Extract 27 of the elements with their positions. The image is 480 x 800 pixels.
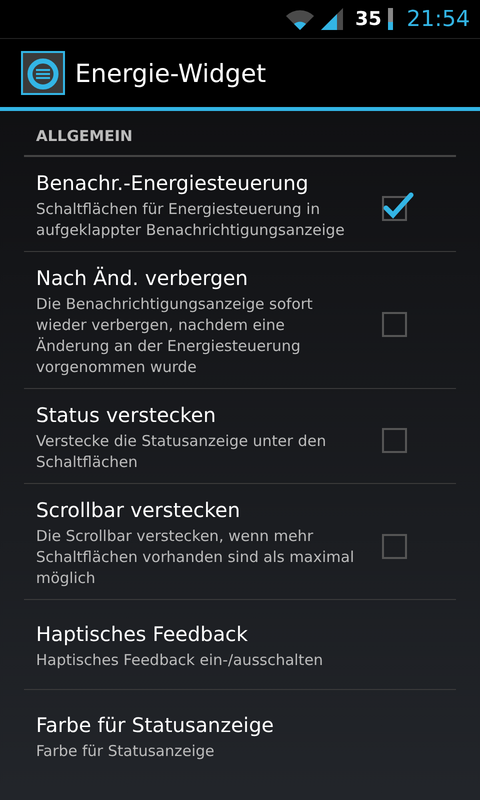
signal-icon [321, 8, 344, 30]
preference-summary: Die Scrollbar verstecken, wenn mehr Schaltflächen vorhanden sind als maximal möglich [36, 526, 356, 589]
section-header: ALLGEMEIN [24, 111, 456, 157]
checked-checkbox[interactable] [380, 191, 414, 221]
wifi-icon [285, 8, 316, 30]
battery-percent: 35 [355, 8, 382, 30]
preference-item[interactable]: Benachr.-Energiesteuerung Schaltflächen für Energiesteuerung in aufgeklappter Benachrichtigungsanzeige [24, 157, 456, 252]
preference-title: Benachr.-Energiesteuerung [36, 171, 310, 195]
preference-title: Haptisches Feedback [36, 622, 249, 646]
preference-title: Scrollbar verstecken [36, 498, 242, 522]
preference-title: Status verstecken [36, 403, 217, 427]
preference-title: Nach Änd. verbergen [36, 266, 249, 290]
preference-summary: Schaltflächen für Energiesteuerung in aufgeklappter Benachrichtigungsanzeige [36, 199, 346, 241]
preference-item[interactable]: Haptisches Feedback Haptisches Feedback ein-/ausschalten [24, 600, 456, 690]
preference-summary: Verstecke die Statusanzeige unter den Schaltflächen [36, 431, 328, 473]
preference-item[interactable]: Scrollbar verstecken Die Scrollbar verstecken, wenn mehr Schaltflächen vorhanden sind als maximal möglich [24, 484, 456, 600]
app-icon[interactable] [21, 51, 65, 95]
preference-summary: Die Benachrichtigungsanzeige sofort wieder verbergen, nachdem eine Änderung an der Energiesteuerung vorgenommen wurde [36, 294, 314, 378]
battery-icon [388, 8, 393, 30]
preference-item[interactable]: Farbe für Statusanzeige Farbe für Statusanzeige [24, 690, 456, 780]
app-title: Energie-Widget [75, 58, 266, 88]
preference-summary: Farbe für Statusanzeige [36, 740, 216, 762]
clock: 21:54 [406, 6, 470, 32]
preference-title: Farbe für Statusanzeige [36, 712, 275, 736]
preference-item[interactable]: Status verstecken Verstecke die Statusanzeige unter den Schaltflächen [24, 389, 456, 484]
preference-summary: Haptisches Feedback ein-/ausschalten [36, 650, 324, 671]
preference-item[interactable]: Nach Änd. verbergen Die Benachrichtigungsanzeige sofort wieder verbergen, nachdem eine Änderung an der Energiesteuerung vorgenommen wurde [24, 252, 456, 389]
